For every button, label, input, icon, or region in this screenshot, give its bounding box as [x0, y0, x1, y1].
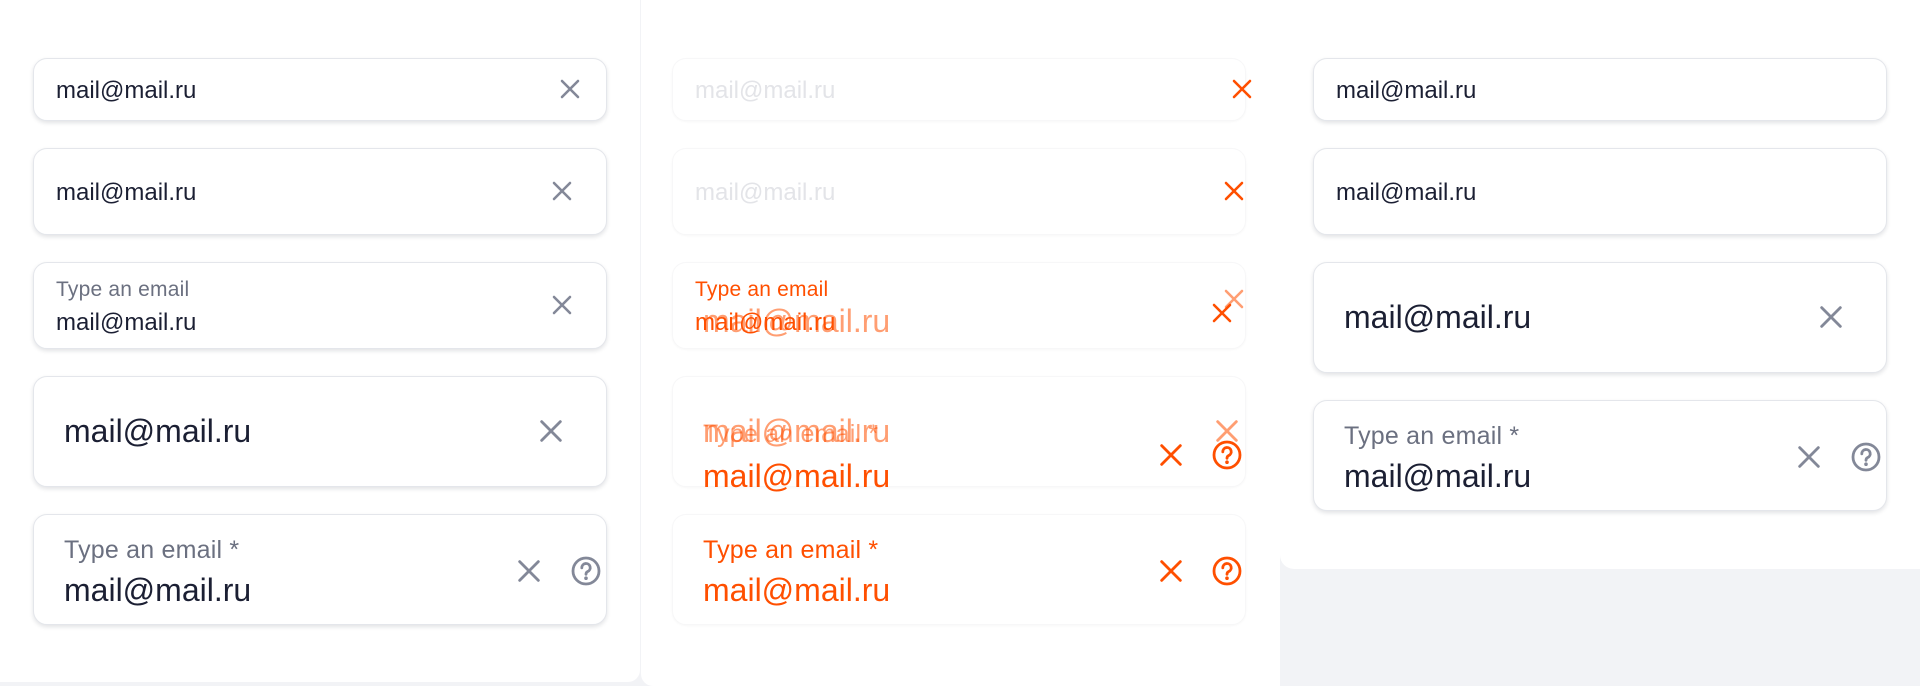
- email-field-labeled-error[interactable]: Type an email mail@mail.ru mail@mail.ru: [672, 262, 1246, 349]
- close-icon: [515, 557, 543, 585]
- email-field-value: mail@mail.ru: [703, 572, 891, 608]
- email-field-large-labeled[interactable]: Type an email * mail@mail.ru: [1313, 400, 1887, 511]
- close-icon: [1230, 77, 1254, 101]
- clear-button-ghost: [1222, 287, 1246, 311]
- email-field-medium-readonly[interactable]: mail@mail.ru: [1313, 148, 1887, 235]
- email-field-label: Type an email *: [703, 536, 879, 564]
- clear-button[interactable]: [537, 417, 565, 445]
- close-icon: [550, 293, 574, 317]
- email-field-value: mail@mail.ru: [1336, 77, 1477, 104]
- help-button[interactable]: [1211, 439, 1243, 471]
- email-field-small-readonly[interactable]: mail@mail.ru: [1313, 58, 1887, 121]
- email-field-small-disabled[interactable]: mail@mail.ru: [672, 58, 1252, 121]
- email-field-value: mail@mail.ru: [64, 413, 252, 449]
- close-icon: [1157, 557, 1185, 585]
- clear-button[interactable]: [515, 557, 543, 585]
- close-icon: [558, 77, 582, 101]
- email-field-label: Type an email: [695, 278, 829, 301]
- close-icon: [1817, 303, 1845, 331]
- email-field-medium-disabled[interactable]: mail@mail.ru: [672, 148, 1246, 235]
- help-icon: [1850, 441, 1882, 473]
- email-field-value: mail@mail.ru: [703, 458, 891, 494]
- panel-default-state: mail@mail.ru mail@mail.ru Type an email …: [0, 0, 640, 682]
- clear-button[interactable]: [1230, 77, 1254, 101]
- email-field-medium[interactable]: mail@mail.ru: [33, 148, 607, 235]
- help-icon: [1211, 439, 1243, 471]
- close-icon: [537, 417, 565, 445]
- email-field-value: mail@mail.ru: [1344, 299, 1532, 335]
- email-field-label: Type an email: [56, 278, 190, 301]
- clear-button[interactable]: [1222, 179, 1246, 203]
- close-icon: [550, 179, 574, 203]
- email-field-value: mail@mail.ru: [695, 77, 836, 104]
- help-icon: [1211, 555, 1243, 587]
- close-icon: [1222, 287, 1246, 311]
- clear-button[interactable]: [550, 293, 574, 317]
- email-field-small[interactable]: mail@mail.ru: [33, 58, 607, 121]
- panel-disabled-error-state: mail@mail.ru mail@mail.ru Type an email …: [641, 0, 1280, 686]
- email-field-label-ghost: Type an email *: [703, 420, 879, 448]
- clear-button[interactable]: [1795, 443, 1823, 471]
- help-icon: [570, 555, 602, 587]
- panel-readonly-state: mail@mail.ru mail@mail.ru mail@mail.ru T…: [1280, 0, 1920, 569]
- clear-button[interactable]: [1817, 303, 1845, 331]
- email-field-label: Type an email *: [64, 536, 240, 564]
- close-icon: [1222, 179, 1246, 203]
- help-button[interactable]: [1850, 441, 1882, 473]
- help-button[interactable]: [1211, 555, 1243, 587]
- email-field-large-error[interactable]: mail@mail.ru Type an email * mail@mail.r…: [672, 376, 1246, 494]
- email-field-labeled[interactable]: Type an email mail@mail.ru: [33, 262, 607, 349]
- email-field-value: mail@mail.ru: [56, 77, 197, 104]
- clear-button[interactable]: [558, 77, 582, 101]
- clear-button[interactable]: [1157, 441, 1185, 469]
- email-field-value: mail@mail.ru: [1344, 458, 1532, 494]
- clear-button[interactable]: [550, 179, 574, 203]
- email-field-value: mail@mail.ru: [695, 179, 836, 206]
- close-icon: [1795, 443, 1823, 471]
- email-field-label: Type an email *: [1344, 422, 1520, 450]
- email-field-value-ghost: mail@mail.ru: [703, 303, 891, 339]
- email-field-value: mail@mail.ru: [56, 309, 197, 336]
- close-icon: [1157, 441, 1185, 469]
- email-field-large[interactable]: mail@mail.ru: [33, 376, 607, 487]
- help-button[interactable]: [570, 555, 602, 587]
- email-field-large-labeled-error[interactable]: Type an email * mail@mail.ru: [672, 514, 1246, 625]
- email-field-value: mail@mail.ru: [64, 572, 252, 608]
- email-field-large-labeled[interactable]: Type an email * mail@mail.ru: [33, 514, 607, 625]
- clear-button[interactable]: [1157, 557, 1185, 585]
- email-field-value: mail@mail.ru: [1336, 179, 1477, 206]
- email-field-value: mail@mail.ru: [56, 179, 197, 206]
- email-field-large[interactable]: mail@mail.ru: [1313, 262, 1887, 373]
